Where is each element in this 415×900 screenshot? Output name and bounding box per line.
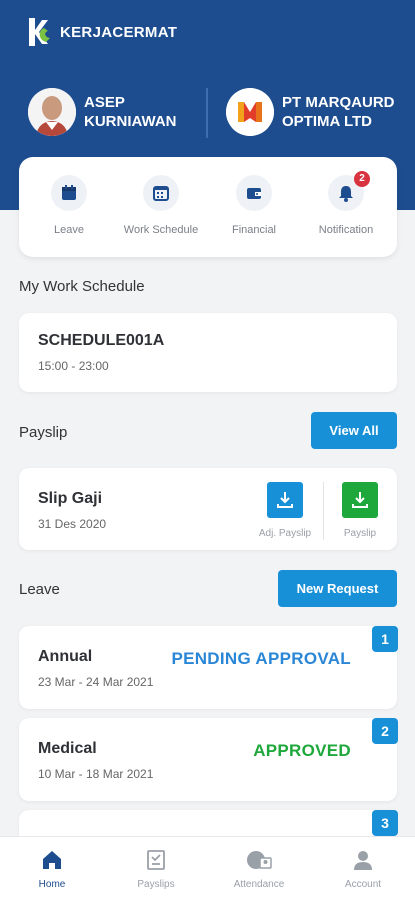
leave-dates: 10 Mar - 18 Mar 2021: [38, 767, 154, 781]
download-icon: [267, 482, 303, 518]
view-all-button[interactable]: View All: [311, 412, 397, 449]
nav-home[interactable]: Home: [12, 847, 92, 890]
payslip-label: Payslip: [343, 528, 377, 539]
menu-item-financial[interactable]: Financial: [207, 175, 301, 236]
leave-dates: 23 Mar - 24 Mar 2021: [38, 675, 154, 689]
leave-status: APPROVED: [253, 741, 351, 760]
bell-icon: 2: [328, 171, 370, 211]
leave-number-badge: 1: [372, 626, 398, 652]
payslip-date: 31 Des 2020: [38, 517, 107, 531]
leave-type: Medical: [38, 740, 97, 757]
leave-type: Annual: [38, 648, 93, 665]
avatar: [28, 88, 76, 136]
menu-label: Work Schedule: [123, 224, 199, 236]
schedule-time: 15:00 - 23:00: [38, 359, 109, 373]
wallet-icon: [236, 175, 272, 211]
payslip-icon: [143, 847, 169, 873]
home-icon: [39, 847, 65, 873]
menu-item-leave[interactable]: Leave: [22, 175, 116, 236]
notification-badge: 2: [354, 171, 370, 187]
leave-status: PENDING APPROVAL: [171, 649, 351, 668]
brand-logo-icon: [26, 14, 54, 50]
menu-label: Notification: [318, 224, 374, 236]
user-name: ASEP KURNIAWAN: [84, 94, 177, 130]
adj-payslip-download[interactable]: Adj. Payslip: [257, 482, 313, 539]
schedule-code: SCHEDULE001A: [38, 332, 165, 349]
leave-number-badge: 3: [372, 810, 398, 836]
brand: KERJACERMAT: [26, 14, 177, 50]
company-profile[interactable]: PT MARQAURD OPTIMA LTD: [226, 88, 412, 136]
nav-attendance[interactable]: Attendance: [219, 847, 299, 890]
leave-number-badge: 2: [372, 718, 398, 744]
leave-card[interactable]: 2 Medical 10 Mar - 18 Mar 2021 APPROVED: [19, 718, 398, 801]
section-title-work-schedule: My Work Schedule: [19, 278, 145, 295]
download-divider: [323, 482, 324, 540]
menu-item-notification[interactable]: 2 Notification: [299, 171, 393, 236]
leave-card[interactable]: 1 Annual 23 Mar - 24 Mar 2021 PENDING AP…: [19, 626, 398, 709]
nav-label: Account: [344, 879, 382, 890]
header-divider: [206, 88, 208, 138]
section-title-leave: Leave: [19, 581, 60, 598]
menu-item-work-schedule[interactable]: Work Schedule: [114, 175, 208, 236]
nav-label: Attendance: [233, 879, 285, 890]
adj-payslip-label: Adj. Payslip: [258, 528, 312, 539]
payslip-title: Slip Gaji: [38, 490, 103, 507]
menu-label: Leave: [54, 224, 84, 236]
brand-name: KERJACERMAT: [60, 23, 178, 41]
nav-payslips[interactable]: Payslips: [116, 847, 196, 890]
section-title-payslip: Payslip: [19, 424, 68, 441]
download-icon: [342, 482, 378, 518]
payslip-card[interactable]: Slip Gaji 31 Des 2020 Adj. Payslip Paysl…: [19, 468, 397, 550]
nav-label: Home: [38, 879, 66, 890]
company-logo-icon: [226, 88, 274, 136]
company-name: PT MARQAURD OPTIMA LTD: [282, 94, 395, 130]
menu-label: Financial: [231, 224, 277, 236]
nav-label: Payslips: [137, 879, 175, 890]
user-profile[interactable]: ASEP KURNIAWAN: [28, 88, 184, 136]
calendar-icon: [51, 175, 87, 211]
account-icon: [350, 847, 376, 873]
attendance-icon: [246, 847, 272, 873]
nav-account[interactable]: Account: [323, 847, 403, 890]
quick-menu: Leave Work Schedule Financial 2 Notifica…: [19, 157, 397, 257]
payslip-download[interactable]: Payslip: [332, 482, 388, 539]
schedule-icon: [143, 175, 179, 211]
bottom-nav: Home Payslips Attendance Account: [0, 836, 415, 900]
new-request-button[interactable]: New Request: [278, 570, 397, 607]
schedule-card[interactable]: SCHEDULE001A 15:00 - 23:00: [19, 313, 397, 392]
